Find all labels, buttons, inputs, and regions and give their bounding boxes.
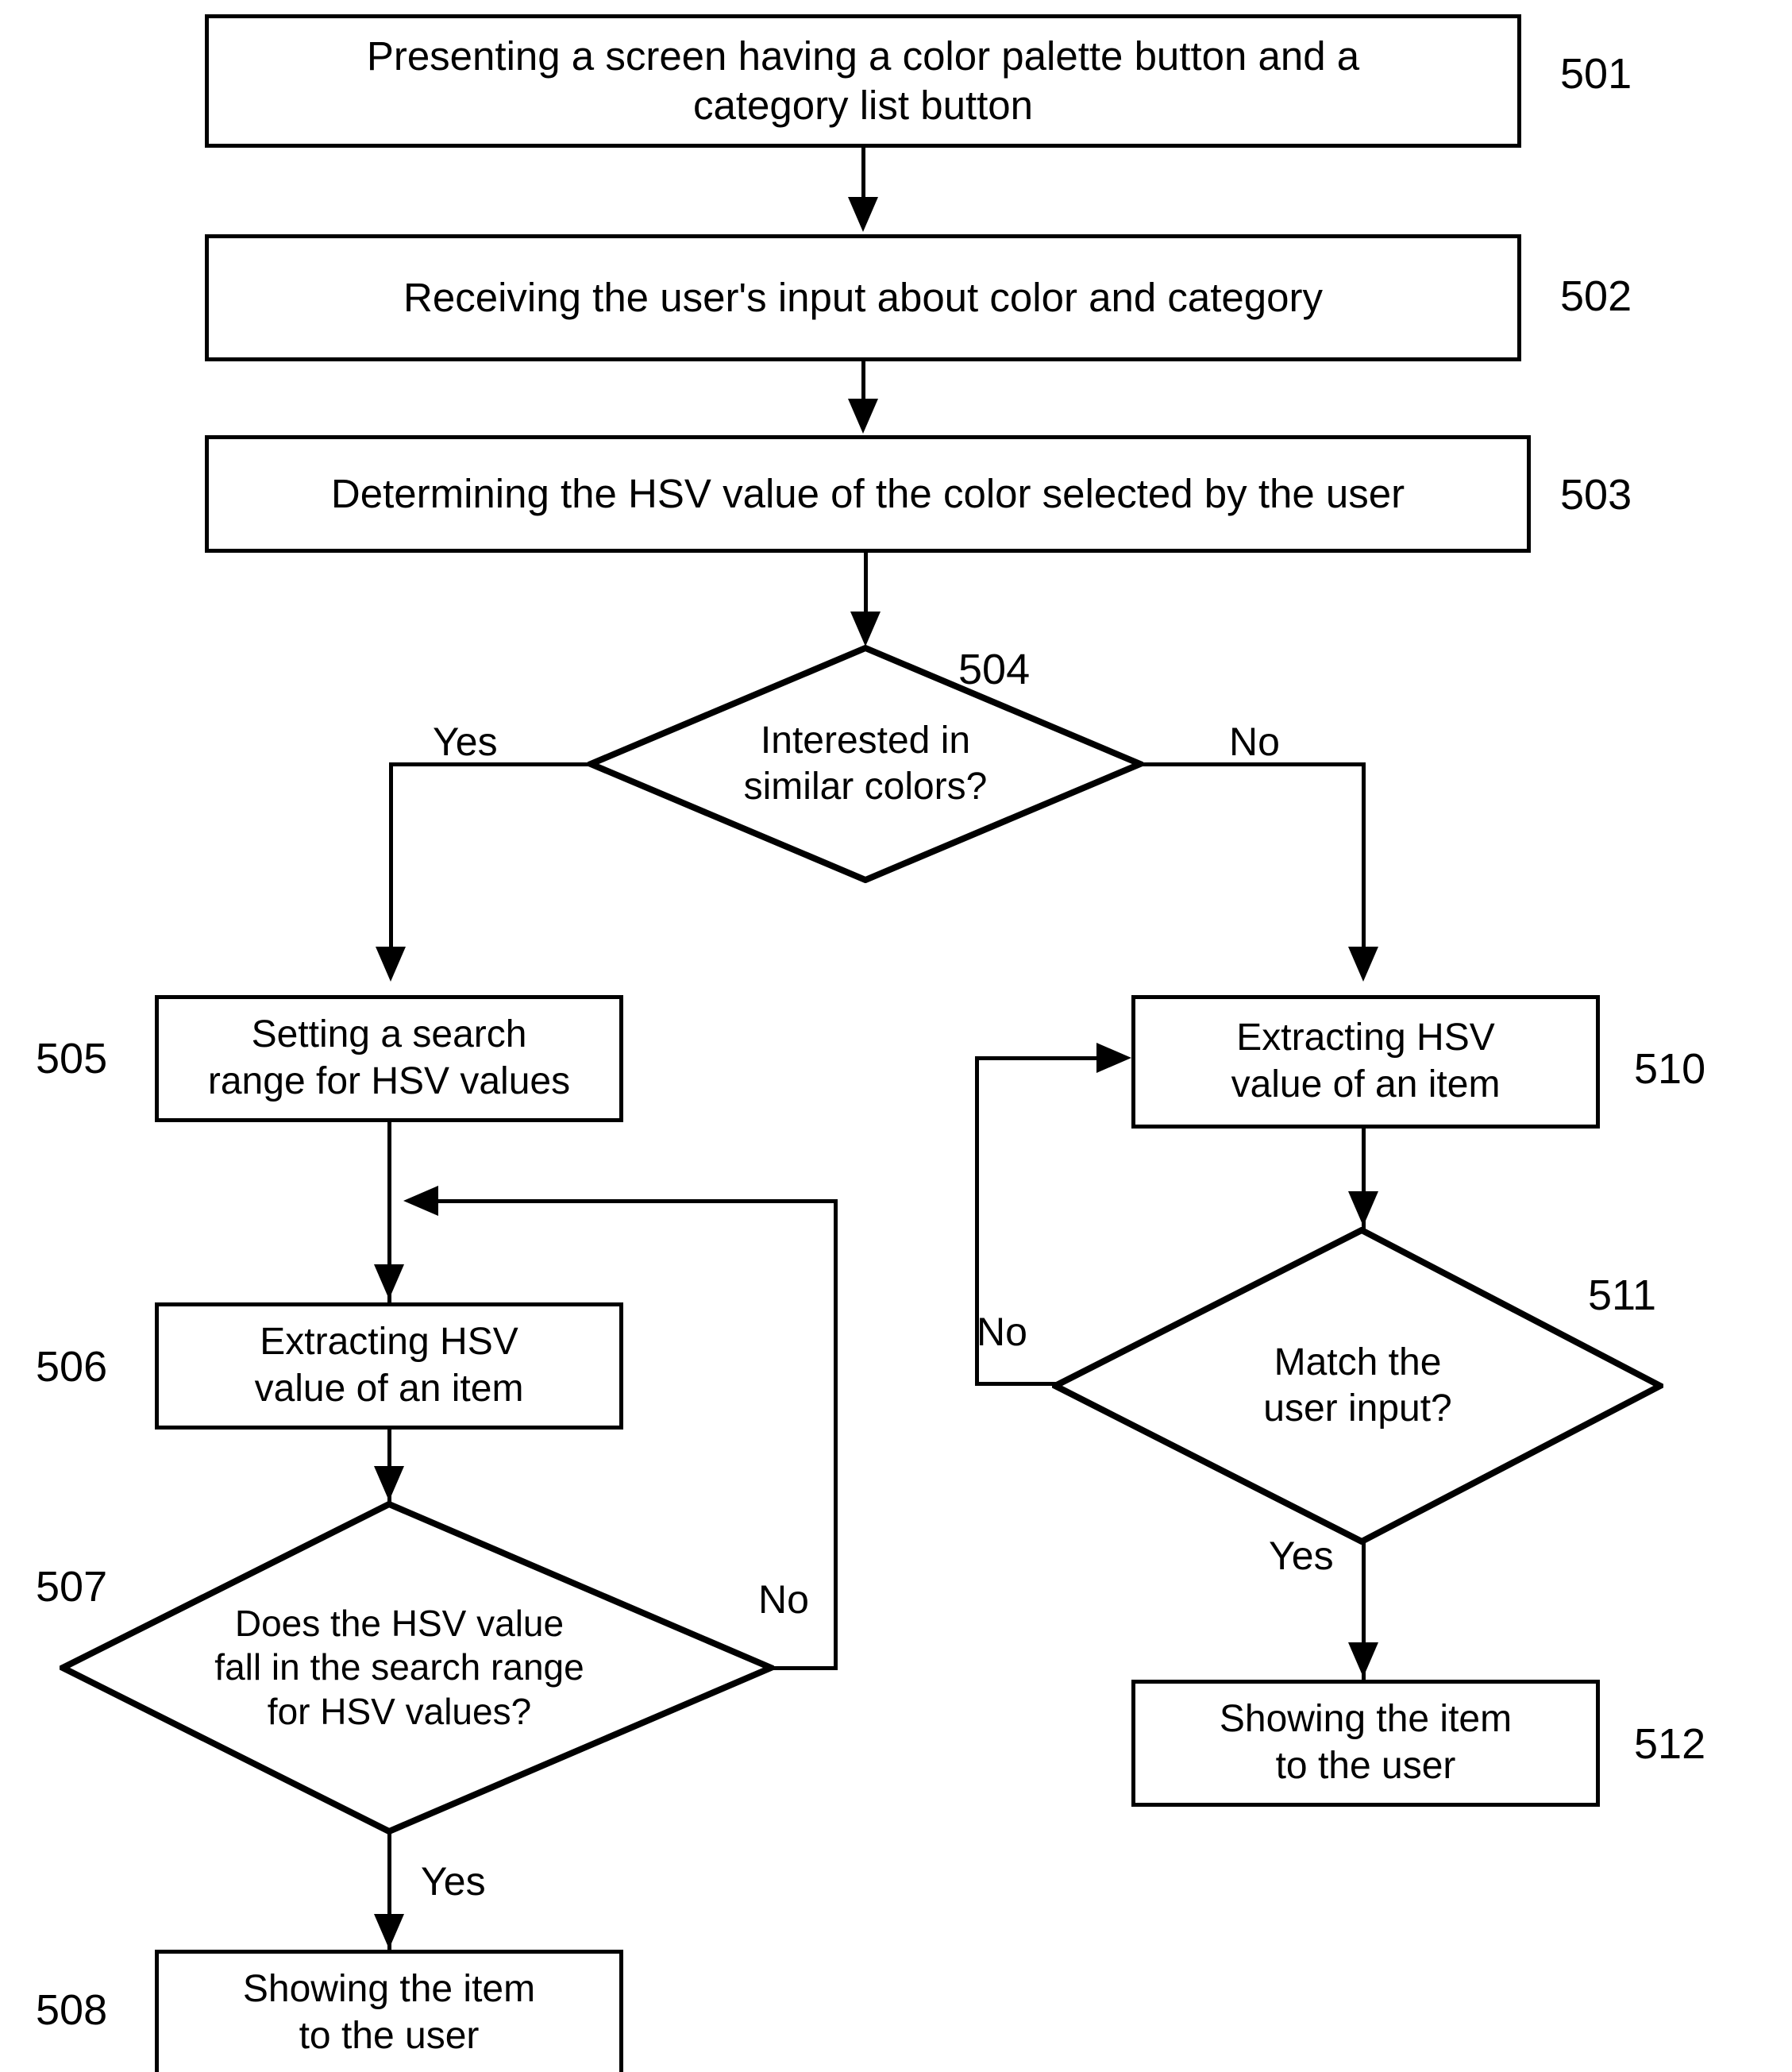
decision-node-511: Match the user input? — [1052, 1227, 1663, 1545]
connector-504-505-horizontal — [389, 762, 594, 766]
process-node-505-label: Setting a search range for HSV values — [207, 1013, 571, 1102]
connector-511-510-arrowhead — [1096, 1043, 1131, 1073]
connector-510-511-arrowhead — [1348, 1191, 1378, 1226]
process-node-512-label: Showing the item to the user — [1219, 1698, 1513, 1787]
connector-511-510-vertical — [975, 1056, 979, 1386]
process-node-501-label: Presenting a screen having a color palet… — [366, 33, 1360, 128]
connector-507-508-arrowhead — [374, 1914, 404, 1949]
reference-numeral-511: 511 — [1588, 1271, 1657, 1319]
connector-504-510-horizontal — [1137, 762, 1366, 766]
process-node-506-label: Extracting HSV value of an item — [254, 1321, 524, 1410]
process-node-510: Extracting HSV value of an item — [1131, 995, 1600, 1129]
decision-node-504: Interested in similar colors? — [588, 645, 1143, 883]
connector-511-510-horizontal-lower — [975, 1382, 1058, 1386]
process-node-512: Showing the item to the user — [1131, 1680, 1600, 1807]
reference-numeral-508: 508 — [36, 1986, 108, 2034]
reference-numeral-503: 503 — [1560, 471, 1632, 519]
edge-label-511-yes: Yes — [1269, 1534, 1334, 1578]
process-node-508: Showing the item to the user — [155, 1950, 623, 2072]
reference-numeral-510: 510 — [1634, 1045, 1706, 1093]
connector-504-505-vertical — [389, 762, 393, 951]
process-node-508-label: Showing the item to the user — [242, 1968, 536, 2057]
decision-node-507: Does the HSV value fall in the search ra… — [60, 1501, 774, 1835]
process-node-506: Extracting HSV value of an item — [155, 1302, 623, 1430]
edge-label-511-no: No — [977, 1310, 1027, 1354]
reference-numeral-507: 507 — [36, 1563, 108, 1611]
edge-label-507-yes: Yes — [421, 1859, 486, 1904]
reference-numeral-504: 504 — [958, 646, 1031, 693]
connector-503-504-arrowhead — [850, 612, 881, 646]
process-node-510-label: Extracting HSV value of an item — [1231, 1017, 1501, 1105]
connector-506-507-arrowhead — [374, 1466, 404, 1501]
edge-label-504-yes: Yes — [433, 720, 498, 764]
process-node-502-label: Receiving the user's input about color a… — [403, 274, 1323, 320]
connector-511-512-arrowhead — [1348, 1642, 1378, 1677]
process-node-503: Determining the HSV value of the color s… — [205, 435, 1531, 553]
connector-501-502-line — [861, 148, 865, 202]
connector-507-506-vertical — [834, 1199, 838, 1670]
connector-503-504-line — [864, 553, 868, 616]
process-node-503-label: Determining the HSV value of the color s… — [330, 470, 1405, 516]
connector-507-506-horizontal-upper — [429, 1199, 838, 1203]
connector-504-505-arrowhead — [376, 947, 406, 982]
reference-numeral-501: 501 — [1560, 50, 1632, 98]
connector-501-502-arrowhead — [848, 197, 878, 232]
connector-505-506-arrowhead — [374, 1264, 404, 1299]
reference-numeral-506: 506 — [36, 1343, 108, 1391]
reference-numeral-502: 502 — [1560, 272, 1632, 320]
connector-507-506-horizontal-lower — [769, 1666, 838, 1670]
connector-511-510-horizontal-upper — [975, 1056, 1098, 1060]
process-node-505: Setting a search range for HSV values — [155, 995, 623, 1122]
connector-502-503-arrowhead — [848, 399, 878, 434]
edge-label-504-no: No — [1229, 720, 1280, 764]
reference-numeral-512: 512 — [1634, 1720, 1706, 1768]
process-node-502: Receiving the user's input about color a… — [205, 234, 1521, 361]
process-node-501: Presenting a screen having a color palet… — [205, 14, 1521, 148]
flowchart-canvas: Presenting a screen having a color palet… — [0, 0, 1792, 2072]
edge-label-507-no: No — [758, 1577, 809, 1622]
reference-numeral-505: 505 — [36, 1035, 108, 1082]
connector-507-506-arrowhead — [403, 1186, 438, 1216]
connector-504-510-vertical — [1362, 762, 1366, 951]
connector-504-510-arrowhead — [1348, 947, 1378, 982]
connector-502-503-line — [861, 361, 865, 403]
